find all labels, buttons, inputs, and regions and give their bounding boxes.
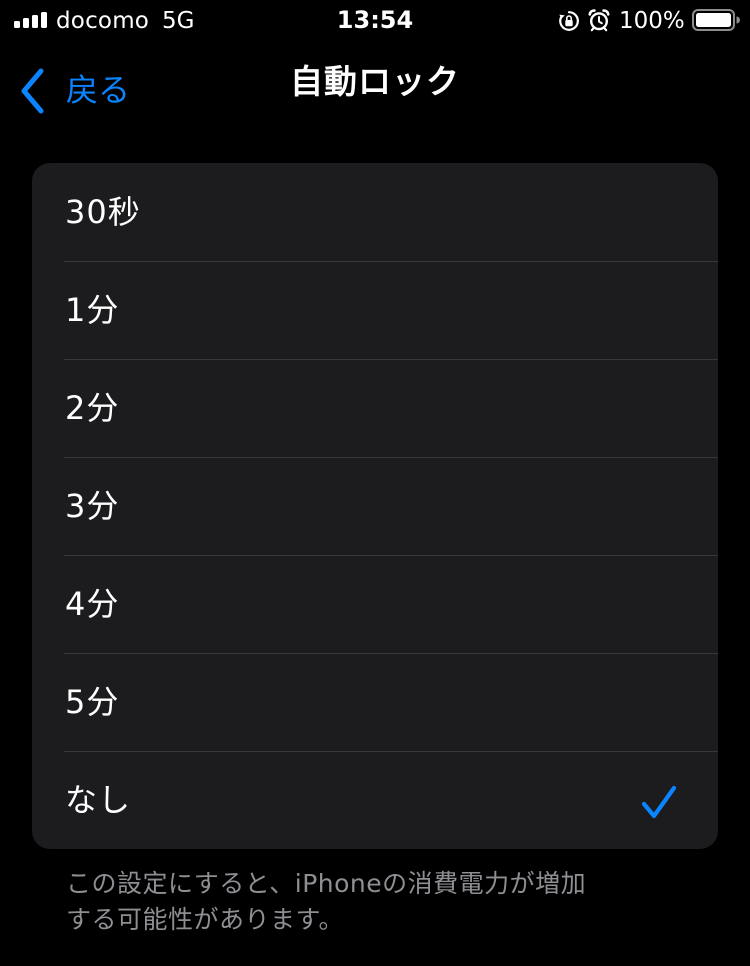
footer-note: この設定にすると、iPhoneの消費電力が増加 する可能性があります。 — [66, 866, 666, 938]
option-30-seconds[interactable]: 30秒 — [32, 163, 718, 261]
option-5-minutes[interactable]: 5分 — [32, 653, 718, 751]
page-title: 自動ロック — [290, 62, 460, 101]
option-label: なし — [65, 781, 132, 819]
auto-lock-options-list: 30秒 1分 2分 3分 4分 5分 なし — [32, 163, 718, 849]
option-2-minutes[interactable]: 2分 — [32, 359, 718, 457]
orientation-lock-icon — [559, 11, 579, 31]
navigation-bar: 戻る 自動ロック — [0, 44, 750, 126]
option-label: 5分 — [65, 683, 120, 721]
option-4-minutes[interactable]: 4分 — [32, 555, 718, 653]
alarm-icon — [588, 9, 610, 32]
option-never[interactable]: なし — [32, 751, 718, 849]
option-label: 4分 — [65, 585, 120, 623]
option-1-minute[interactable]: 1分 — [32, 261, 718, 359]
option-label: 2分 — [65, 389, 120, 427]
option-3-minutes[interactable]: 3分 — [32, 457, 718, 555]
battery-percentage: 100% — [619, 8, 685, 34]
footer-note-line-1: この設定にすると、iPhoneの消費電力が増加 — [66, 869, 587, 898]
option-label: 3分 — [65, 487, 120, 525]
status-bar: docomo 5G 13:54 100% — [0, 0, 750, 44]
battery-icon — [692, 9, 740, 31]
option-label: 1分 — [65, 291, 120, 329]
checkmark-icon — [641, 785, 677, 819]
footer-note-line-2: する可能性があります。 — [66, 905, 345, 934]
option-label: 30秒 — [65, 193, 141, 231]
